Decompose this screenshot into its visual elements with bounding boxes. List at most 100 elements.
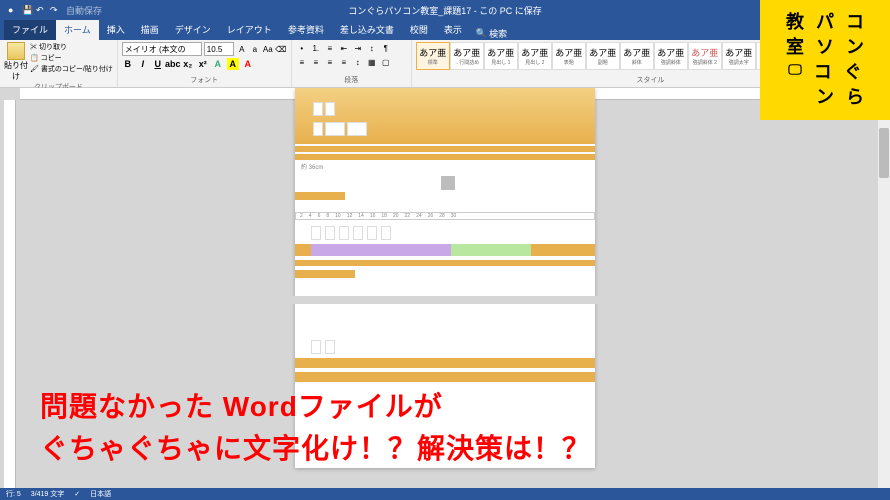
- ribbon-tabs: ファイル ホーム 挿入 描画 デザイン レイアウト 参考資料 差し込み文書 校閲…: [0, 20, 890, 40]
- banner-char: ン: [816, 87, 834, 107]
- style-item[interactable]: あア亜強調太字: [722, 42, 756, 70]
- banner-char: ぐ: [844, 62, 862, 82]
- search-box[interactable]: 🔍 検索: [470, 27, 513, 40]
- superscript-button[interactable]: x²: [197, 58, 209, 70]
- tab-layout[interactable]: レイアウト: [219, 19, 280, 40]
- style-item[interactable]: あア亜見出し 2: [518, 42, 552, 70]
- tab-mailings[interactable]: 差し込み文書: [332, 19, 402, 40]
- status-page[interactable]: 行: 5: [6, 489, 21, 499]
- garbled-block: [295, 260, 595, 266]
- decrease-font-icon[interactable]: a: [249, 43, 261, 55]
- multilevel-icon[interactable]: ≡: [324, 42, 336, 54]
- paste-button[interactable]: 貼り付け: [4, 42, 28, 82]
- autosave-label: 自動保存: [66, 4, 102, 17]
- tab-file[interactable]: ファイル: [4, 19, 56, 40]
- decrease-indent-icon[interactable]: ⇤: [338, 42, 350, 54]
- scrollbar-thumb[interactable]: [879, 128, 889, 178]
- overlay-headline: 問題なかった Wordファイルが ぐちゃぐちゃに文字化け！？解決策は！？: [40, 386, 591, 470]
- garbled-block: [295, 372, 595, 382]
- cut-button[interactable]: ✂ 切り取り: [30, 42, 113, 52]
- save-icon[interactable]: 💾: [22, 5, 32, 15]
- garbled-block: [531, 244, 595, 256]
- group-clipboard: 貼り付け ✂ 切り取り 📋 コピー 🖌 書式のコピー/貼り付け クリップボード: [0, 40, 118, 87]
- tab-references[interactable]: 参考資料: [280, 19, 332, 40]
- garbled-block: [295, 154, 595, 160]
- ribbon: 貼り付け ✂ 切り取り 📋 コピー 🖌 書式のコピー/貼り付け クリップボード …: [0, 40, 890, 88]
- text-effects-icon[interactable]: A: [212, 58, 224, 70]
- style-item[interactable]: あア亜表題: [552, 42, 586, 70]
- format-painter-button[interactable]: 🖌 書式のコピー/貼り付け: [30, 64, 113, 74]
- sort-icon[interactable]: ↕: [366, 42, 378, 54]
- status-words[interactable]: 3/419 文字: [31, 489, 64, 499]
- bullets-icon[interactable]: •: [296, 42, 308, 54]
- banner-char: ソ: [816, 37, 834, 57]
- tab-design[interactable]: デザイン: [167, 19, 219, 40]
- align-right-icon[interactable]: ≡: [324, 56, 336, 68]
- tab-draw[interactable]: 描画: [133, 19, 167, 40]
- style-item[interactable]: あア亜副題: [586, 42, 620, 70]
- tab-insert[interactable]: 挿入: [99, 19, 133, 40]
- align-center-icon[interactable]: ≡: [310, 56, 322, 68]
- copy-button[interactable]: 📋 コピー: [30, 53, 113, 63]
- increase-font-icon[interactable]: A: [236, 43, 248, 55]
- style-item[interactable]: あア亜強調斜体: [654, 42, 688, 70]
- page-gap: [289, 296, 601, 304]
- quick-access-toolbar: ● 💾 ↶ ↷: [8, 5, 60, 15]
- style-item[interactable]: あア亜→行間詰め: [450, 42, 484, 70]
- font-size-combo[interactable]: 10.5: [204, 42, 234, 56]
- window-titlebar: ● 💾 ↶ ↷ 自動保存 コンぐらパソコン教室_課題17 - この PC に保存: [0, 0, 890, 20]
- group-label-font: フォント: [122, 75, 287, 85]
- font-name-combo[interactable]: メイリオ (本文の: [122, 42, 202, 56]
- document-title: コンぐらパソコン教室_課題17 - この PC に保存: [348, 4, 542, 17]
- headline-line: 問題なかった Wordファイルが: [40, 386, 591, 428]
- status-proofing-icon[interactable]: ✓: [74, 490, 80, 498]
- banner-char: コ: [814, 62, 832, 82]
- banner-char: 教: [786, 12, 804, 32]
- garbled-row: [311, 226, 391, 240]
- style-item[interactable]: あア亜見出し 1: [484, 42, 518, 70]
- search-label: 検索: [489, 27, 507, 40]
- redo-icon[interactable]: ↷: [50, 5, 60, 15]
- tab-home[interactable]: ホーム: [56, 19, 99, 40]
- font-color-icon[interactable]: A: [242, 58, 254, 70]
- align-left-icon[interactable]: ≡: [296, 56, 308, 68]
- style-item[interactable]: あア亜標準: [416, 42, 450, 70]
- banner-char: 室: [786, 37, 804, 57]
- shading-icon[interactable]: ▦: [366, 56, 378, 68]
- paste-label: 貼り付け: [4, 60, 28, 82]
- garbled-fragment: [325, 102, 335, 116]
- group-label-paragraph: 段落: [296, 75, 407, 85]
- bold-button[interactable]: B: [122, 58, 134, 70]
- monitor-icon: 🖵: [788, 60, 802, 85]
- underline-button[interactable]: U: [152, 58, 164, 70]
- highlight-icon[interactable]: A: [227, 58, 239, 70]
- style-item[interactable]: あア亜斜体: [620, 42, 654, 70]
- vertical-ruler[interactable]: [4, 100, 16, 488]
- garbled-block: [451, 244, 531, 256]
- vertical-scrollbar[interactable]: [878, 88, 890, 488]
- tab-view[interactable]: 表示: [436, 19, 470, 40]
- strike-button[interactable]: abc: [167, 58, 179, 70]
- show-marks-icon[interactable]: ¶: [380, 42, 392, 54]
- ruler-marker-label: 約 36cm: [301, 162, 323, 171]
- italic-button[interactable]: I: [137, 58, 149, 70]
- subscript-button[interactable]: x₂: [182, 58, 194, 70]
- garbled-fragment: [313, 102, 323, 116]
- undo-icon[interactable]: ↶: [36, 5, 46, 15]
- banner-char: パ: [816, 12, 834, 32]
- status-language[interactable]: 日本語: [90, 489, 111, 499]
- clear-format-icon[interactable]: ⌫: [275, 43, 287, 55]
- numbering-icon[interactable]: 1.: [310, 42, 322, 54]
- headline-line: ぐちゃぐちゃに文字化け！？解決策は！？: [40, 428, 591, 470]
- change-case-icon[interactable]: Aa: [262, 43, 274, 55]
- line-spacing-icon[interactable]: ↕: [352, 56, 364, 68]
- justify-icon[interactable]: ≡: [338, 56, 350, 68]
- garbled-ruler-row: 24681012141618202224262830: [295, 212, 595, 220]
- tab-review[interactable]: 校閲: [402, 19, 436, 40]
- garbled-block: [295, 270, 355, 278]
- autosave-toggle[interactable]: ●: [8, 5, 18, 15]
- search-icon: 🔍: [476, 28, 487, 39]
- style-item[interactable]: あア亜強調斜体 2: [688, 42, 722, 70]
- increase-indent-icon[interactable]: ⇥: [352, 42, 364, 54]
- borders-icon[interactable]: ▢: [380, 56, 392, 68]
